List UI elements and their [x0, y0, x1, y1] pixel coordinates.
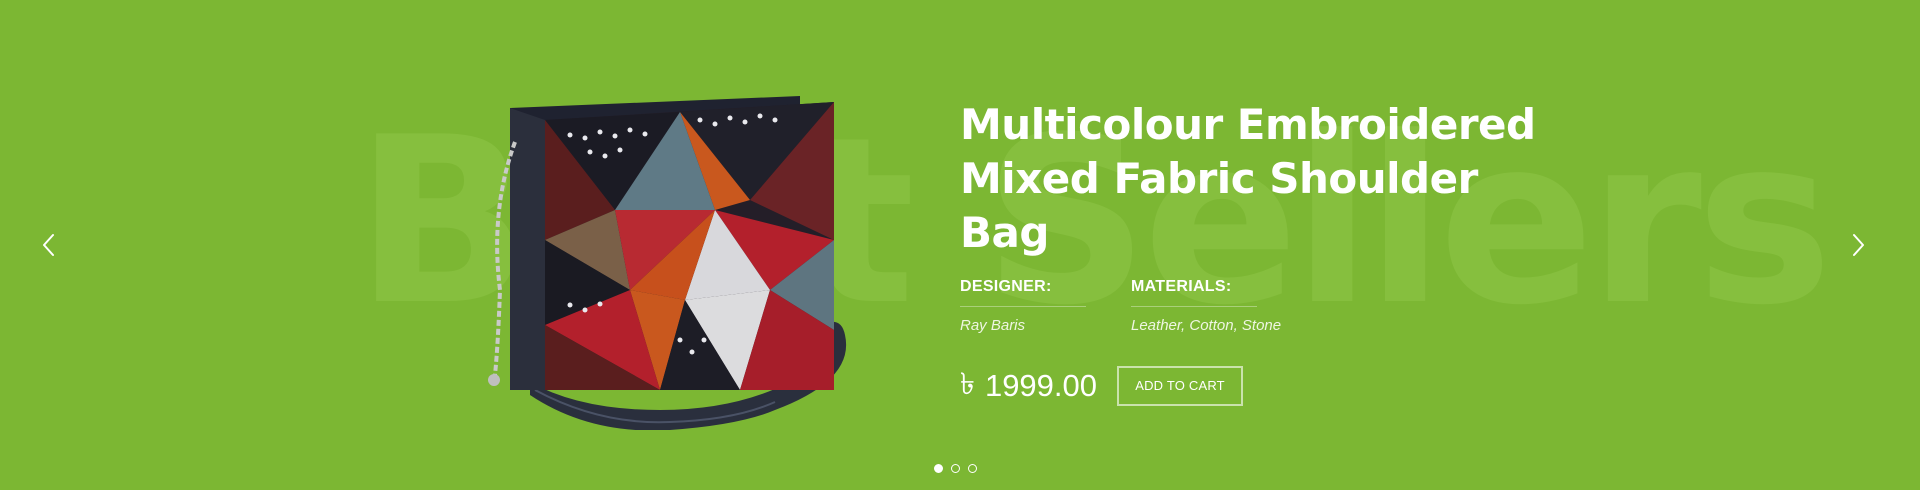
product-info: Multicolour Embroidered Mixed Fabric Sho… — [960, 98, 1560, 406]
designer-label: DESIGNER: — [960, 278, 1086, 307]
purchase-row: ৳ 1999.00 ADD TO CART — [960, 360, 1244, 411]
materials-label: MATERIALS: — [1131, 278, 1257, 307]
chevron-right-icon — [1853, 234, 1864, 256]
product-price: ৳ 1999.00 — [960, 360, 1097, 411]
materials-value: Leather, Cotton, Stone — [1131, 317, 1282, 334]
chevron-left-icon — [43, 234, 54, 256]
product-title: Multicolour Embroidered Mixed Fabric Sho… — [960, 100, 1536, 257]
product-meta: DESIGNER: Ray Baris MATERIALS: Leather, … — [960, 278, 1302, 334]
add-to-cart-button[interactable]: ADD TO CART — [1117, 365, 1244, 406]
designer-block: DESIGNER: Ray Baris — [960, 278, 1131, 334]
pagination-dot-3[interactable] — [968, 464, 977, 473]
carousel-pagination — [934, 464, 977, 473]
shoulder-bag-illustration — [488, 96, 847, 431]
materials-block: MATERIALS: Leather, Cotton, Stone — [1131, 278, 1302, 334]
designer-value: Ray Baris — [960, 317, 1026, 334]
currency-symbol: ৳ — [960, 367, 975, 402]
price-value: 1999.00 — [984, 367, 1098, 403]
product-carousel: Best Sellers Multicolour Embroidered Mix… — [0, 0, 1920, 490]
next-slide-button[interactable] — [1843, 228, 1873, 262]
pagination-dot-2[interactable] — [951, 464, 960, 473]
pagination-dot-1[interactable] — [934, 464, 943, 473]
prev-slide-button[interactable] — [34, 228, 64, 262]
product-image — [470, 90, 860, 431]
